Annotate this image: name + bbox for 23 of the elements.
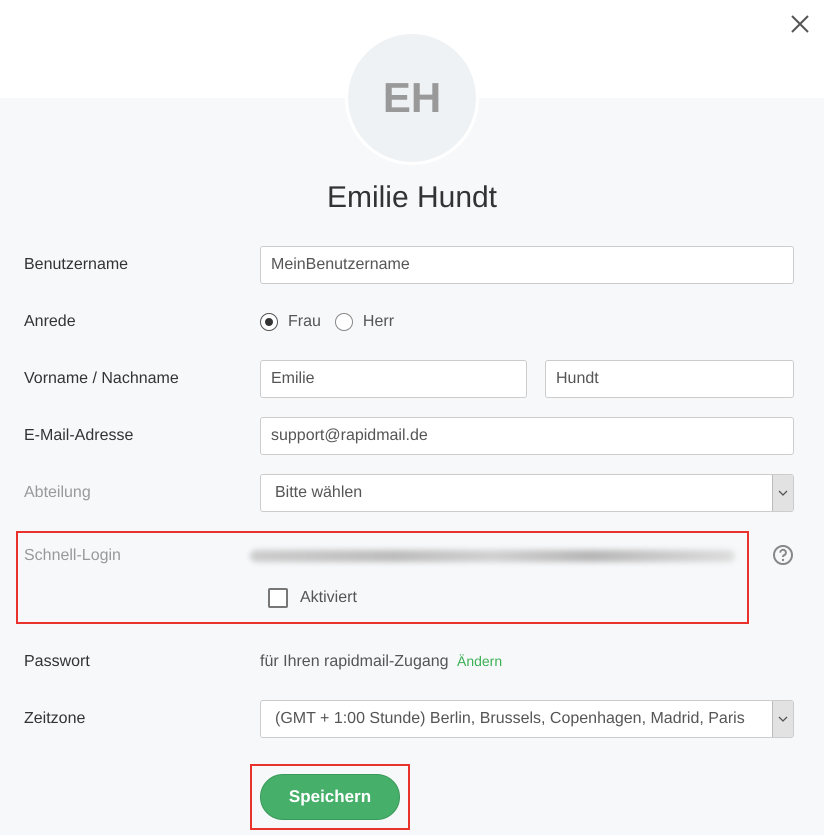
password-hint: für Ihren rapidmail-Zugang Ändern (260, 653, 504, 671)
field-label: Passwort (24, 653, 90, 671)
radio-button[interactable] (334, 313, 353, 331)
chevron-icon (778, 490, 788, 496)
input-field[interactable]: support@rapidmail.de (260, 417, 794, 455)
chevron-icon (778, 716, 788, 722)
field-label: E-Mail-Adresse (24, 427, 134, 445)
dropdown[interactable]: (GMT + 1:00 Stunde) Berlin, Brussels, Copenhagen, Madrid, Paris (260, 700, 794, 738)
field-label: Abteilung (24, 484, 91, 502)
input-field[interactable]: MeinBenutzername (260, 246, 794, 284)
close-icon[interactable] (791, 15, 809, 33)
radio-label[interactable]: Frau (288, 313, 321, 331)
field-label: Schnell-Login (24, 547, 121, 565)
user-name: Emilie Hundt (326, 180, 498, 216)
input-field[interactable]: Emilie (260, 360, 527, 398)
field-label: Anrede (24, 313, 76, 331)
field-label: Benutzername (24, 256, 128, 274)
radio-label[interactable]: Herr (362, 313, 394, 331)
radio-button[interactable] (260, 313, 278, 331)
input-field[interactable]: Hundt (545, 360, 794, 398)
field-label: Vorname / Nachname (24, 370, 179, 388)
help-icon[interactable] (772, 544, 794, 566)
field-label: Zeitzone (24, 710, 86, 728)
